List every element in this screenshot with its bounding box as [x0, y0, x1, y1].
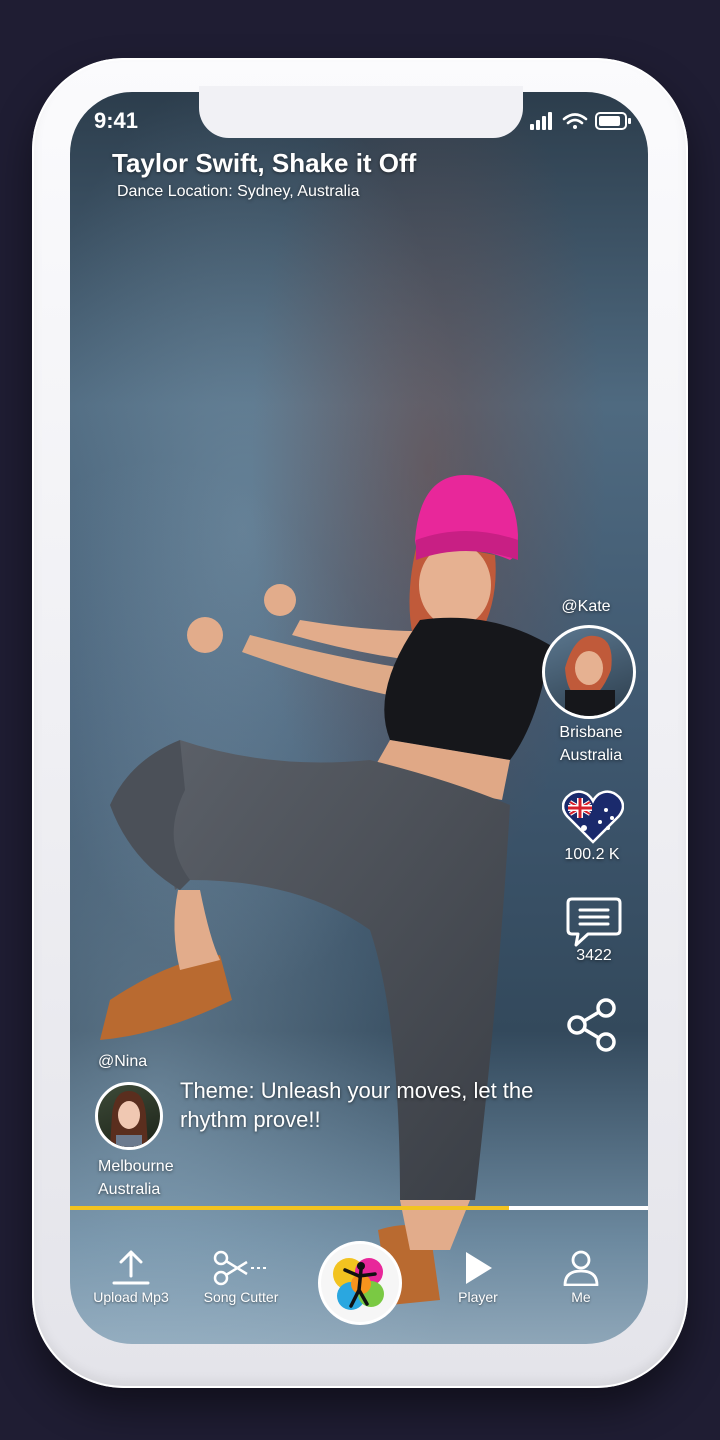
creator-city: Brisbane [559, 724, 623, 741]
signal-icon [530, 112, 552, 130]
comment-icon[interactable] [566, 896, 622, 948]
dance-record-button[interactable] [318, 1241, 402, 1325]
challenger-handle[interactable]: @Nina [98, 1053, 147, 1071]
creator-avatar-image [565, 635, 615, 716]
creator-avatar[interactable] [542, 625, 636, 719]
scissors-icon [213, 1250, 269, 1286]
status-icons [530, 112, 631, 130]
song-title: Taylor Swift, Shake it Off [112, 148, 417, 178]
dance-location: Dance Location: Sydney, Australia [117, 183, 360, 200]
likes-count: 100.2 K [564, 846, 620, 863]
video-progress-bar[interactable] [70, 1206, 648, 1210]
challenger-location: Melbourne Australia [98, 1155, 174, 1201]
nav-player[interactable]: Player [448, 1250, 508, 1305]
status-time: 9:41 [94, 108, 139, 133]
dance-logo-icon [333, 1258, 384, 1310]
upload-icon [112, 1250, 150, 1285]
challenger-avatar[interactable] [95, 1082, 163, 1150]
user-icon [563, 1250, 599, 1287]
creator-handle[interactable]: @Kate [548, 598, 624, 616]
nav-upload-mp3[interactable]: Upload Mp3 [86, 1250, 176, 1305]
video-progress-fill [70, 1206, 510, 1210]
heart-icon[interactable] [562, 788, 624, 844]
dance-theme: Theme: Unleash your moves, let the rhyth… [180, 1078, 534, 1132]
comments-count: 3422 [576, 947, 612, 964]
nav-cutter-label: Song Cutter [203, 1289, 279, 1305]
phone-notch [199, 86, 523, 138]
wifi-icon [562, 113, 588, 129]
nav-player-label: Player [458, 1289, 498, 1305]
creator-location: Brisbane Australia [548, 721, 634, 767]
nav-song-cutter[interactable]: Song Cutter [196, 1250, 286, 1305]
nav-me-label: Me [571, 1289, 591, 1305]
challenger-country: Australia [98, 1181, 161, 1198]
nav-upload-label: Upload Mp3 [93, 1289, 169, 1305]
creator-country: Australia [559, 747, 623, 764]
share-icon[interactable] [566, 998, 620, 1052]
challenger-city: Melbourne [98, 1158, 174, 1175]
challenger-avatar-image [110, 1091, 148, 1147]
play-icon [466, 1252, 492, 1284]
battery-icon [595, 112, 631, 130]
nav-me[interactable]: Me [556, 1250, 606, 1305]
